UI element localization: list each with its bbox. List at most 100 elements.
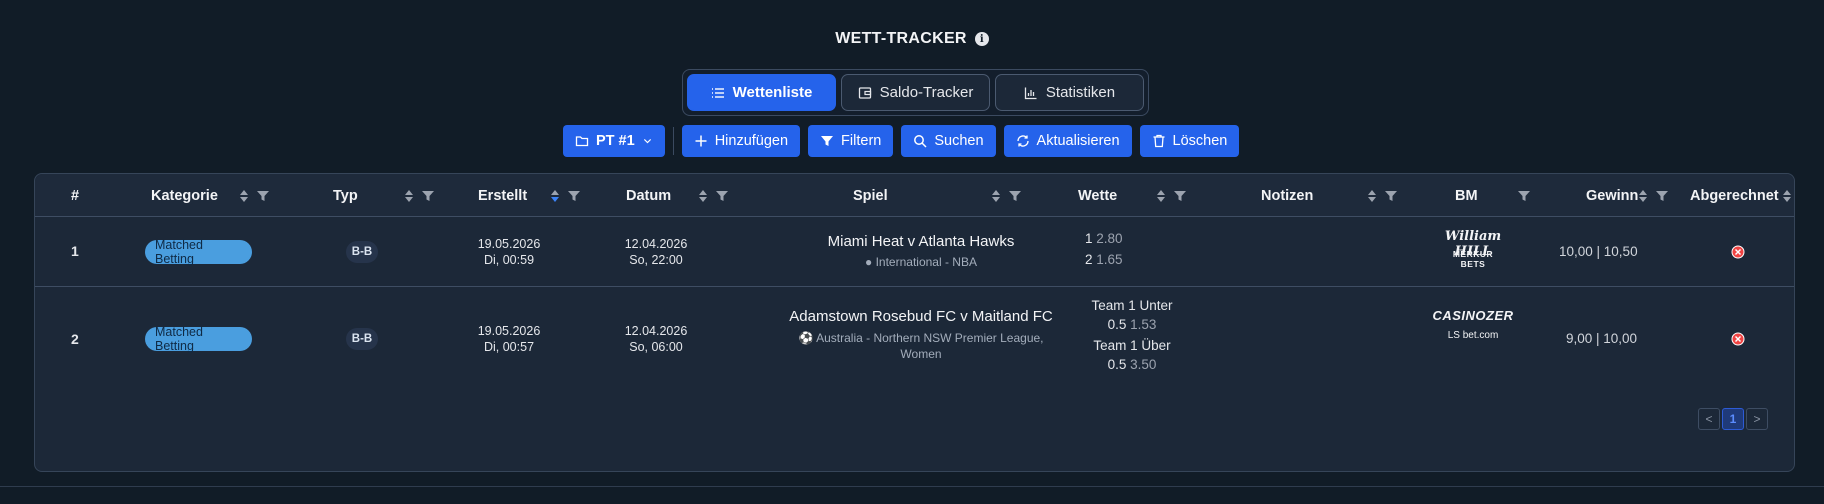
plus-icon [695, 135, 707, 147]
tab-label: Statistiken [1045, 84, 1116, 101]
bet-cell: 1 2.80 2 1.65 [1085, 228, 1123, 270]
pagination: < 1 > [1698, 408, 1768, 430]
profit-value: 9,00 | 10,00 [1566, 331, 1638, 346]
bet-market: Team 1 Unter [1091, 298, 1173, 313]
col-abgerechnet[interactable]: Abgerechnet [1690, 174, 1779, 217]
refresh-button[interactable]: Aktualisieren [1003, 125, 1132, 157]
created-datetime: 19.05.2026 Di, 00:57 [469, 323, 549, 355]
bookmaker-logo-lsbet: LS bet.com [1447, 330, 1499, 341]
sort-icon[interactable] [239, 189, 249, 203]
chevron-down-icon [643, 139, 651, 144]
profile-label: PT #1 [596, 133, 635, 149]
sort-icon[interactable] [1782, 189, 1792, 203]
delete-button[interactable]: Löschen [1139, 125, 1240, 157]
filter-icon[interactable] [422, 190, 434, 202]
sort-icon[interactable] [1156, 189, 1166, 203]
filter-icon[interactable] [1518, 190, 1530, 202]
add-button[interactable]: Hinzufügen [681, 125, 801, 157]
search-button[interactable]: Suchen [901, 125, 996, 157]
bet-market: Team 1 Über [1093, 338, 1171, 353]
bet-odd: 1.53 [1130, 317, 1157, 332]
page-1-button[interactable]: 1 [1722, 408, 1744, 430]
profile-select-button[interactable]: PT #1 [563, 125, 665, 157]
type-badge: B-B [346, 241, 378, 263]
tab-label: Saldo-Tracker [879, 84, 974, 101]
match-league: ● International - NBA [746, 254, 1096, 270]
folder-icon [575, 136, 589, 147]
table-row[interactable]: 1 Matched Betting B-B 19.05.2026 Di, 00:… [35, 217, 1794, 287]
bet-selection: 0.5 [1107, 357, 1127, 372]
table-row[interactable]: 2 Matched Betting B-B 19.05.2026 Di, 00:… [35, 288, 1794, 391]
filter-button[interactable]: Filtern [808, 125, 894, 157]
filter-icon[interactable] [568, 190, 580, 202]
bet-line: 2 1.65 [1085, 249, 1123, 270]
title-row: WETT-TRACKER i [0, 30, 1824, 48]
search-label: Suchen [934, 133, 984, 149]
category-badge: Matched Betting [145, 238, 252, 266]
add-label: Hinzufügen [714, 133, 789, 149]
filter-icon[interactable] [1174, 190, 1186, 202]
not-settled-icon [1731, 332, 1745, 346]
prev-page-button[interactable]: < [1698, 408, 1720, 430]
created-datetime: 19.05.2026 Di, 00:59 [469, 236, 549, 268]
bar-chart-icon [1024, 87, 1037, 99]
bookmaker-logo-merkurbets: MERKUR BETS [1452, 249, 1494, 269]
col-spiel[interactable]: Spiel [853, 174, 888, 217]
created-time: Di, 00:57 [483, 340, 535, 354]
event-date: 12.04.2026 [624, 237, 688, 251]
filter-icon[interactable] [716, 190, 728, 202]
created-date: 19.05.2026 [477, 324, 541, 338]
bet-line: 1 2.80 [1085, 228, 1123, 249]
bet-cell: Team 1 Unter 0.5 1.53 Team 1 Über 0.5 3.… [1087, 295, 1177, 375]
created-time: Di, 00:59 [483, 253, 535, 267]
col-typ[interactable]: Typ [333, 174, 358, 217]
match-cell: Adamstown Rosebud FC v Maitland FC ⚽ Aus… [746, 308, 1096, 362]
created-date: 19.05.2026 [477, 237, 541, 251]
next-page-button[interactable]: > [1746, 408, 1768, 430]
tab-wettenliste[interactable]: Wettenliste [687, 74, 836, 111]
row-number: 1 [71, 243, 79, 259]
sort-icon[interactable] [1367, 189, 1377, 203]
filter-icon [821, 136, 834, 146]
refresh-icon [1016, 135, 1029, 147]
page: WETT-TRACKER i Wettenliste Saldo-Tracker… [0, 0, 1824, 504]
league-name: Australia - Northern NSW Premier League, [816, 331, 1044, 345]
info-icon[interactable]: i [974, 32, 989, 46]
type-badge: B-B [346, 328, 378, 350]
col-num: # [71, 187, 80, 204]
table-header: # Kategorie Typ Erstellt Datum Spiel Wet… [35, 174, 1794, 217]
match-name: Miami Heat v Atlanta Hawks [827, 233, 1015, 250]
col-gewinn[interactable]: Gewinn [1586, 174, 1638, 217]
col-bm[interactable]: BM [1455, 174, 1478, 217]
col-erstellt[interactable]: Erstellt [478, 174, 527, 217]
sort-icon[interactable] [1638, 189, 1648, 203]
filter-icon[interactable] [1656, 190, 1668, 202]
sort-icon[interactable] [991, 189, 1001, 203]
list-icon [711, 87, 724, 98]
sort-icon[interactable] [698, 189, 708, 203]
bookmaker-logo-casinozer: CASINOZER [1432, 308, 1514, 323]
col-datum[interactable]: Datum [626, 174, 671, 217]
league-name: International - NBA [875, 255, 977, 269]
wallet-icon [858, 86, 871, 99]
league-name-cont: Women [900, 347, 942, 361]
bet-line: 0.5 3.50 [1087, 354, 1177, 375]
col-wette[interactable]: Wette [1078, 174, 1117, 217]
row-number: 2 [71, 331, 79, 347]
sort-icon[interactable] [404, 189, 414, 203]
filter-icon[interactable] [257, 190, 269, 202]
tab-saldo-tracker[interactable]: Saldo-Tracker [841, 74, 990, 111]
col-notizen[interactable]: Notizen [1261, 174, 1313, 217]
col-kategorie[interactable]: Kategorie [151, 174, 218, 217]
delete-label: Löschen [1172, 133, 1228, 149]
bet-odd: 2.80 [1096, 231, 1123, 246]
bet-selection: 1 [1085, 231, 1093, 246]
filter-icon[interactable] [1009, 190, 1021, 202]
toolbar: PT #1 Hinzufügen Filtern Suchen Aktualis… [563, 125, 1247, 157]
filter-icon[interactable] [1385, 190, 1397, 202]
event-datetime: 12.04.2026 So, 06:00 [616, 323, 696, 355]
category-badge: Matched Betting [145, 325, 252, 353]
footer-divider [0, 486, 1824, 487]
sort-icon-active[interactable] [550, 189, 560, 203]
tab-statistiken[interactable]: Statistiken [995, 74, 1144, 111]
